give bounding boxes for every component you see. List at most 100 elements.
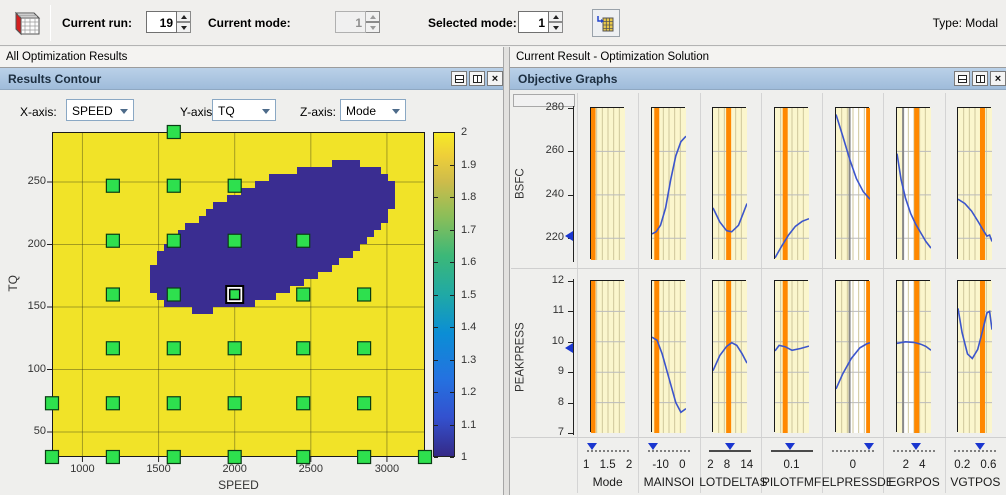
- design-point-marker[interactable]: [105, 341, 120, 356]
- design-point-marker[interactable]: [166, 287, 181, 302]
- objective-graph-LOTDELTAS-PEAKPRESS: [712, 280, 748, 433]
- selected-mode-spinner[interactable]: 1: [518, 11, 563, 33]
- current-run-spinner[interactable]: 19: [146, 11, 191, 33]
- slider-marker[interactable]: [911, 443, 922, 450]
- split-horizontal-button[interactable]: [451, 71, 467, 86]
- column-tick-values: 0: [849, 459, 856, 471]
- panel-splitter[interactable]: [503, 47, 510, 495]
- x-axis-value: SPEED: [72, 104, 113, 118]
- objective-graph-ELPRESSDE-BSFC: [834, 107, 871, 260]
- objective-y-tick-label: 220: [545, 231, 564, 244]
- design-point-marker[interactable]: [166, 341, 181, 356]
- design-point-marker[interactable]: [227, 396, 242, 411]
- colorbar-tick-label: 2: [461, 126, 468, 138]
- design-point-marker[interactable]: [166, 396, 181, 411]
- spin-up-icon[interactable]: [549, 11, 563, 22]
- z-axis-label: Z-axis:: [300, 105, 336, 119]
- variable-slider-EGRPOS[interactable]: [893, 450, 936, 452]
- spin-down-icon: [366, 22, 380, 33]
- objective-y-tick-label: 9: [557, 365, 564, 378]
- export-to-table-button[interactable]: [592, 9, 620, 37]
- design-point-marker[interactable]: [166, 178, 181, 193]
- x-axis-combo[interactable]: SPEED: [66, 99, 134, 121]
- objective-graphs-title: Objective Graphs: [518, 72, 618, 86]
- close-button[interactable]: ×: [990, 71, 1006, 86]
- design-point-marker[interactable]: [44, 449, 60, 465]
- design-point-marker-selected-center[interactable]: [228, 288, 241, 301]
- column-name-VGTPOS: VGTPOS: [950, 475, 1001, 489]
- results-contour-plot: [44, 124, 433, 465]
- slider-marker[interactable]: [785, 443, 796, 450]
- design-point-marker[interactable]: [105, 449, 120, 465]
- design-point-marker[interactable]: [166, 124, 181, 140]
- design-point-marker[interactable]: [296, 287, 311, 302]
- optimization-results-cube-icon[interactable]: [6, 5, 42, 41]
- colorbar-tick: [450, 359, 454, 361]
- design-point-marker[interactable]: [357, 287, 372, 302]
- colorbar-tick: [434, 424, 438, 426]
- design-point-marker[interactable]: [296, 396, 311, 411]
- variable-slider-MAINSOI[interactable]: [647, 450, 690, 452]
- design-point-marker[interactable]: [105, 178, 120, 193]
- slider-marker[interactable]: [647, 443, 658, 450]
- colorbar-tick: [434, 197, 438, 198]
- variable-slider-ELPRESSDE[interactable]: [831, 450, 874, 452]
- design-point-marker[interactable]: [105, 396, 120, 411]
- split-vertical-button[interactable]: [469, 71, 485, 86]
- design-point-marker[interactable]: [296, 341, 311, 356]
- colorbar-tick: [450, 327, 454, 328]
- design-point-marker[interactable]: [296, 449, 311, 465]
- design-point-marker[interactable]: [296, 233, 311, 248]
- colorbar-tick: [434, 262, 438, 263]
- design-point-marker[interactable]: [44, 396, 60, 411]
- objective-y-tick: [568, 281, 573, 282]
- close-button[interactable]: ×: [487, 71, 503, 86]
- design-point-marker[interactable]: [105, 233, 120, 248]
- variable-slider-LOTDELTAS[interactable]: [709, 450, 752, 452]
- split-vertical-button[interactable]: [972, 71, 988, 86]
- design-point-marker[interactable]: [227, 233, 242, 248]
- design-point-marker[interactable]: [166, 449, 181, 465]
- spin-down-icon[interactable]: [549, 22, 563, 33]
- current-run-value[interactable]: 19: [146, 11, 177, 33]
- selected-mode-value[interactable]: 1: [518, 11, 549, 33]
- design-point-marker[interactable]: [357, 396, 372, 411]
- design-point-marker[interactable]: [227, 341, 242, 356]
- slider-marker[interactable]: [586, 443, 597, 450]
- colorbar-tick-label: 1.6: [461, 256, 477, 268]
- spin-up-icon[interactable]: [177, 11, 191, 22]
- variable-slider-VGTPOS[interactable]: [954, 450, 997, 452]
- z-axis-combo[interactable]: Mode: [340, 99, 406, 121]
- spin-down-icon[interactable]: [177, 22, 191, 33]
- slider-marker[interactable]: [975, 443, 986, 450]
- design-point-marker[interactable]: [166, 233, 181, 248]
- objective-y-tick: [568, 433, 573, 434]
- column-separator: [822, 93, 824, 493]
- y-tick-label: 150: [27, 300, 46, 312]
- objective-y-tick-label: 10: [551, 334, 564, 347]
- design-point-marker[interactable]: [357, 341, 372, 356]
- slider-marker[interactable]: [863, 443, 874, 450]
- split-horizontal-button[interactable]: [954, 71, 970, 86]
- colorbar-tick: [450, 229, 454, 231]
- current-run-label: Current run:: [62, 16, 132, 30]
- objective-y-tick-label: 12: [551, 274, 564, 286]
- y-axis-combo[interactable]: TQ: [212, 99, 276, 121]
- variable-slider-Mode[interactable]: [586, 450, 629, 452]
- colorbar-tick-label: 1: [461, 451, 468, 463]
- objective-graph-EGRPOS-BSFC: [896, 107, 932, 260]
- design-point-marker[interactable]: [227, 178, 242, 193]
- design-point-marker[interactable]: [105, 287, 120, 302]
- column-tick-values: 1 1.5 2: [583, 459, 633, 471]
- variable-slider-PILOTFMF[interactable]: [770, 450, 813, 452]
- slider-marker[interactable]: [725, 443, 736, 450]
- objective-graph-LOTDELTAS-BSFC: [712, 107, 748, 260]
- design-point-marker[interactable]: [357, 449, 372, 465]
- design-point-marker[interactable]: [227, 449, 242, 465]
- cage-optimization-output-window: Current run: 19 Current mode: 1 Selected…: [0, 0, 1006, 495]
- design-point-marker[interactable]: [417, 449, 433, 465]
- y-tick-label: 50: [33, 425, 46, 437]
- split-vertical-icon: [975, 74, 985, 83]
- column-separator: [577, 93, 578, 493]
- colorbar-tick: [450, 164, 454, 166]
